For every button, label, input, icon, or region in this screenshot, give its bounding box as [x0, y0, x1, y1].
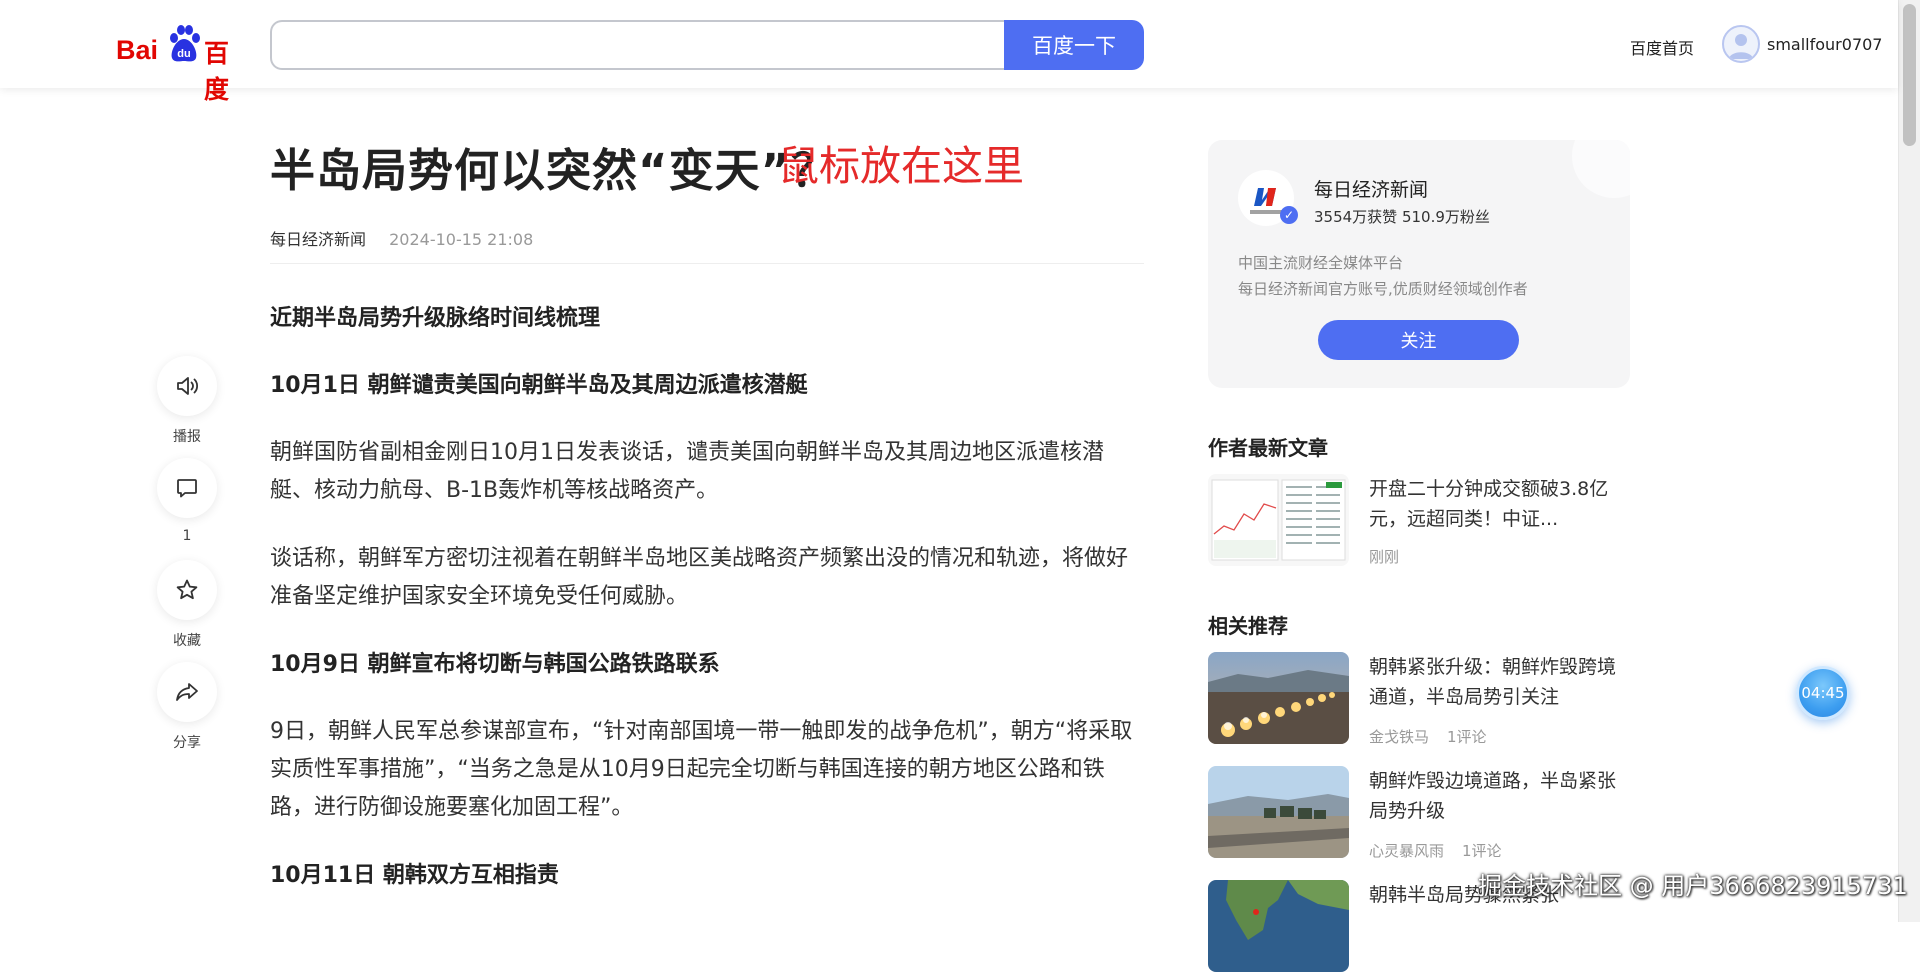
- article-paragraph: 9日，朝鲜人民军总参谋部宣布，“针对南部国境一带一触即发的战争危机”，朝方“将采…: [270, 719, 1133, 820]
- article-subheading: 10月9日 朝鲜宣布将切断与韩国公路铁路联系: [270, 652, 720, 677]
- broadcast-button[interactable]: [157, 356, 217, 416]
- comment-count: 1: [182, 528, 192, 544]
- latest-articles-title: 作者最新文章: [1208, 436, 1328, 460]
- logo-du-text: du: [177, 48, 190, 60]
- related-item[interactable]: 朝韩紧张升级：朝鲜炸毁跨境通道，半岛局势引关注 金戈铁马 1评论: [1208, 652, 1628, 752]
- favorite-button[interactable]: [157, 560, 217, 620]
- annotation-overlay: 鼠标放在这里: [778, 142, 1024, 190]
- related-title: 相关推荐: [1208, 614, 1288, 638]
- related-item[interactable]: 朝鲜炸毁边境道路，半岛紧张局势升级 心灵暴风雨 1评论: [1208, 766, 1628, 866]
- related-comments: 1评论: [1447, 728, 1487, 746]
- author-desc-line: 每日经济新闻官方账号,优质财经领域创作者: [1238, 280, 1528, 298]
- verified-badge-icon: ✓: [1280, 206, 1298, 224]
- share-button[interactable]: [157, 662, 217, 722]
- favorite-label: 收藏: [173, 633, 201, 649]
- reading-timer[interactable]: 04:45: [1796, 666, 1850, 720]
- article-actions: 播报 1 收藏 分享: [156, 356, 218, 764]
- map-thumbnail: [1208, 880, 1349, 972]
- article-thumbnail[interactable]: [1208, 474, 1349, 566]
- page-scrollbar[interactable]: [1898, 0, 1920, 922]
- avatar[interactable]: [1722, 25, 1760, 63]
- speaker-icon: [177, 377, 199, 395]
- explosion-photo-thumbnail: [1208, 652, 1349, 744]
- stock-chart-thumbnail: [1208, 474, 1349, 566]
- author-stats: 3554万获赞 510.9万粉丝: [1314, 208, 1490, 226]
- star-icon: [176, 579, 198, 600]
- comment-button[interactable]: [157, 458, 217, 518]
- baidu-paw-icon: du: [170, 25, 200, 62]
- latest-article-time: 刚刚: [1369, 548, 1400, 566]
- search-input[interactable]: [272, 22, 1006, 68]
- related-author[interactable]: 金戈铁马: [1369, 728, 1429, 746]
- search-button[interactable]: 百度一下: [1004, 20, 1144, 70]
- related-meta: 金戈铁马 1评论: [1369, 726, 1487, 747]
- related-title-text[interactable]: 朝韩紧张升级：朝鲜炸毁跨境通道，半岛局势引关注: [1369, 652, 1629, 712]
- top-header: Bai du 百度 百度一下 百度首页 smallfour0707: [0, 0, 1898, 104]
- author-description: 中国主流财经全媒体平台 每日经济新闻官方账号,优质财经领域创作者: [1238, 250, 1528, 302]
- broadcast-label: 播报: [173, 429, 201, 445]
- logo-baidu-text: 百度: [204, 39, 229, 104]
- logo-bai-text: Bai: [116, 35, 159, 65]
- broadcast-action[interactable]: 播报: [156, 356, 218, 458]
- follow-button[interactable]: 关注: [1318, 320, 1519, 360]
- author-card: ✓ 每日经济新闻 3554万获赞 510.9万粉丝 中国主流财经全媒体平台 每日…: [1208, 140, 1630, 388]
- related-thumbnail[interactable]: [1208, 652, 1349, 744]
- author-desc-line: 中国主流财经全媒体平台: [1238, 254, 1404, 272]
- article-subheading: 10月1日 朝鲜谴责美国向朝鲜半岛及其周边派遣核潜艇: [270, 373, 808, 398]
- latest-article-item[interactable]: 开盘二十分钟成交额破3.8亿元，远超同类！中证... 刚刚: [1208, 474, 1628, 574]
- comment-action[interactable]: 1: [156, 458, 218, 560]
- latest-article-title[interactable]: 开盘二十分钟成交额破3.8亿元，远超同类！中证...: [1369, 474, 1629, 534]
- related-thumbnail[interactable]: [1208, 880, 1349, 972]
- related-comments: 1评论: [1462, 842, 1502, 860]
- article-body: 近期半岛局势升级脉络时间线梳理 10月1日 朝鲜谴责美国向朝鲜半岛及其周边派遣核…: [270, 300, 1144, 924]
- article-date: 2024-10-15 21:08: [389, 230, 534, 249]
- baidu-home-link[interactable]: 百度首页: [1630, 35, 1694, 59]
- baidu-logo[interactable]: Bai du 百度: [116, 22, 246, 104]
- watermark: 掘金技术社区 @ 用户3666823915731: [1478, 872, 1908, 900]
- search-box[interactable]: [270, 20, 1006, 70]
- favorite-action[interactable]: 收藏: [156, 560, 218, 662]
- article-paragraph: 谈话称，朝鲜军方密切注视着在朝鲜半岛地区美战略资产频繁出没的情况和轨迹，将做好准…: [270, 546, 1129, 609]
- military-vehicles-thumbnail: [1208, 766, 1349, 858]
- related-thumbnail[interactable]: [1208, 766, 1349, 858]
- scroll-thumb[interactable]: [1903, 4, 1916, 146]
- username[interactable]: smallfour0707: [1767, 35, 1882, 54]
- related-author[interactable]: 心灵暴风雨: [1369, 842, 1444, 860]
- author-name[interactable]: 每日经济新闻: [1314, 175, 1428, 202]
- user-avatar-icon: [1729, 34, 1753, 59]
- related-title-text[interactable]: 朝鲜炸毁边境道路，半岛紧张局势升级: [1369, 766, 1629, 826]
- share-action[interactable]: 分享: [156, 662, 218, 764]
- article-title: 半岛局势何以突然“变天”？: [270, 144, 838, 197]
- article-heading: 近期半岛局势升级脉络时间线梳理: [270, 306, 601, 331]
- comment-icon: [177, 479, 197, 498]
- share-icon: [176, 683, 198, 701]
- divider: [270, 263, 1144, 264]
- related-meta: 心灵暴风雨 1评论: [1369, 840, 1502, 861]
- article-paragraph: 朝鲜国防省副相金刚日10月1日发表谈话，谴责美国向朝鲜半岛及其周边地区派遣核潜艇…: [270, 440, 1104, 503]
- card-decoration: [1572, 140, 1630, 198]
- article-meta: 每日经济新闻 2024-10-15 21:08: [270, 226, 533, 250]
- article-source[interactable]: 每日经济新闻: [270, 230, 366, 249]
- article-subheading: 10月11日 朝韩双方互相指责: [270, 863, 559, 888]
- share-label: 分享: [173, 735, 201, 751]
